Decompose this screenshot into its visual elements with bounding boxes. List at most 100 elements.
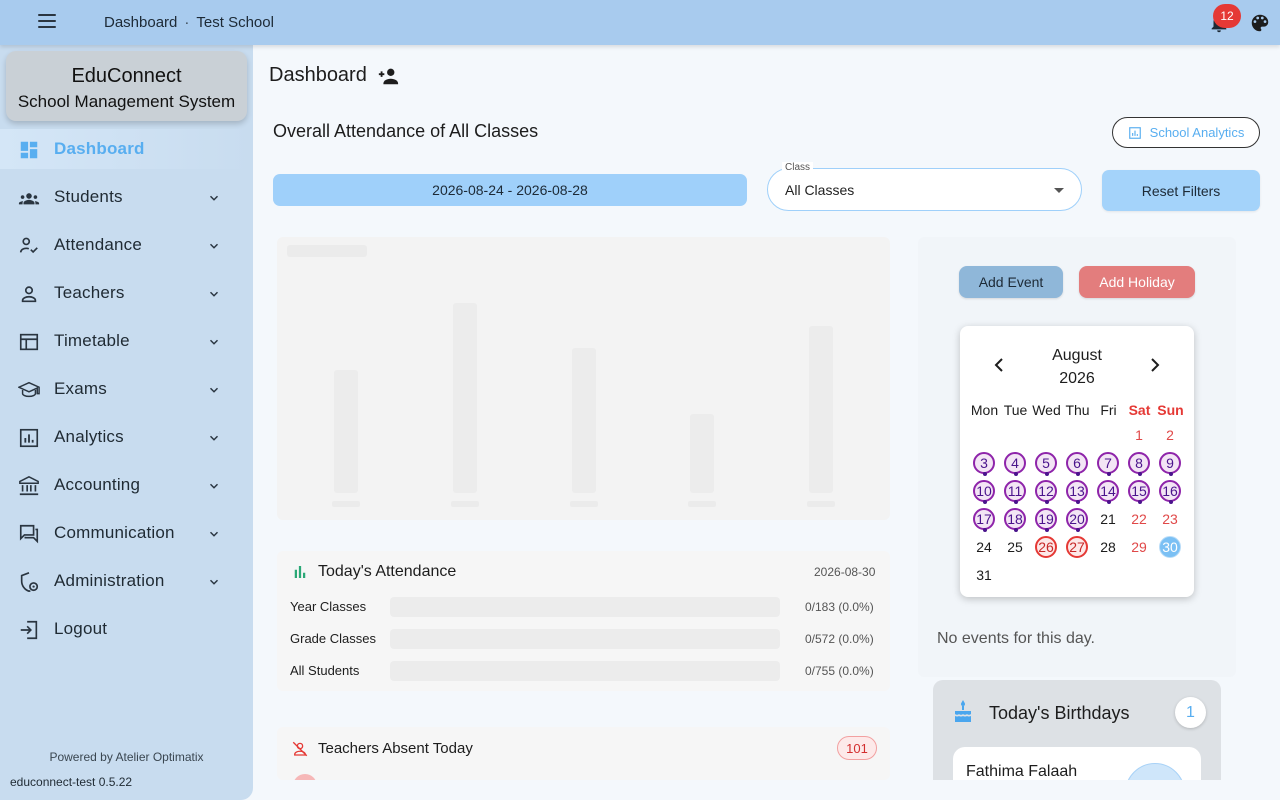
top-app-bar: Dashboard · Test School 12	[0, 0, 1280, 45]
school-analytics-button[interactable]: School Analytics	[1112, 117, 1260, 148]
breadcrumb-school: Test School	[196, 14, 274, 31]
attendance-row-stat: 0/572 (0.0%)	[805, 632, 874, 646]
calendar-day[interactable]: 15	[1128, 480, 1150, 504]
chevron-down-icon	[209, 195, 219, 201]
weekday-header: Wed	[1032, 402, 1061, 418]
attendance-progress	[390, 629, 780, 649]
class-select[interactable]: Class All Classes	[767, 162, 1082, 211]
calendar-day[interactable]: 19	[1035, 508, 1057, 532]
add-holiday-button[interactable]: Add Holiday	[1079, 266, 1195, 298]
sidebar-item-accounting[interactable]: Accounting	[0, 465, 253, 505]
calendar-day[interactable]: 12	[1035, 480, 1057, 504]
calendar-day[interactable]: 5	[1035, 452, 1057, 476]
powered-by: Powered by Atelier Optimatix	[49, 750, 204, 764]
attendance-row-name: Year Classes	[290, 599, 367, 614]
dashboard-icon	[20, 141, 38, 159]
sidebar-item-administration[interactable]: Administration	[0, 561, 253, 601]
skeleton-header	[287, 245, 367, 257]
birthdays-count: 1	[1175, 697, 1206, 728]
palette-icon[interactable]	[1249, 12, 1271, 34]
sidebar-item-communication[interactable]: Communication	[0, 513, 253, 553]
calendar-day[interactable]: 23	[1159, 508, 1181, 530]
calendar-day[interactable]: 13	[1066, 480, 1088, 504]
calendar-day[interactable]: 31	[973, 564, 995, 586]
calendar-day[interactable]: 22	[1128, 508, 1150, 530]
calendar-day[interactable]: 7	[1097, 452, 1119, 476]
chevron-down-icon	[209, 483, 219, 489]
accounting-icon	[19, 476, 39, 496]
breadcrumb-page: Dashboard	[104, 14, 178, 31]
event-dot	[983, 528, 987, 532]
calendar-day[interactable]: 4	[1004, 452, 1026, 476]
skeleton-label	[451, 501, 479, 507]
brand-title: EduConnect	[71, 65, 182, 87]
attendance-row: Year Classes 0/183 (0.0%)	[290, 597, 880, 617]
brand-subtitle: School Management System	[17, 92, 236, 111]
calendar-day[interactable]: 10	[973, 480, 995, 504]
calendar-day[interactable]: 11	[1004, 480, 1026, 504]
birthday-item[interactable]: Fathima Falaah	[953, 747, 1201, 780]
event-dot	[1076, 472, 1080, 476]
calendar: August 2026 Mon Tue Wed Thu Fri Sat Sun 1 2 3 4 5 6 7…	[960, 326, 1194, 597]
section-title: Overall Attendance of All Classes	[273, 121, 539, 141]
event-dot	[1107, 500, 1111, 504]
avatar	[1125, 763, 1185, 780]
calendar-day[interactable]: 25	[1004, 536, 1026, 558]
attendance-row-stat: 0/183 (0.0%)	[805, 600, 874, 614]
timetable-icon	[19, 333, 39, 351]
notification-count-badge: 12	[1213, 4, 1241, 28]
person-add-icon[interactable]	[376, 65, 400, 87]
calendar-day[interactable]: 16	[1159, 480, 1181, 504]
chevron-down-icon	[209, 579, 219, 585]
calendar-day[interactable]: 3	[973, 452, 995, 476]
chevron-down-icon	[209, 435, 219, 441]
sidebar-item-analytics[interactable]: Analytics	[0, 417, 253, 457]
event-dot	[1169, 500, 1173, 504]
sidebar-item-students[interactable]: Students	[0, 177, 253, 217]
sidebar-item-teachers[interactable]: Teachers	[0, 273, 253, 313]
calendar-day[interactable]: 29	[1128, 536, 1150, 558]
teachers-absent-count: 101	[837, 736, 877, 760]
calendar-day[interactable]: 6	[1066, 452, 1088, 476]
sidebar-item-logout[interactable]: Logout	[0, 609, 253, 649]
calendar-day[interactable]: 30	[1159, 536, 1181, 558]
calendar-day[interactable]: 28	[1097, 536, 1119, 558]
chevron-right-icon[interactable]	[1149, 358, 1161, 372]
skeleton-label	[332, 501, 360, 507]
analytics-icon	[1128, 126, 1141, 139]
skeleton-label	[807, 501, 835, 507]
sidebar-item-exams[interactable]: Exams	[0, 369, 253, 409]
attendance-row-name: Grade Classes	[290, 631, 376, 646]
calendar-day[interactable]: 14	[1097, 480, 1119, 504]
skeleton-bar	[572, 348, 596, 493]
skeleton-label	[570, 501, 598, 507]
calendar-day[interactable]: 26	[1035, 536, 1057, 558]
sidebar-item-dashboard[interactable]: Dashboard	[0, 129, 253, 169]
calendar-day[interactable]: 2	[1159, 424, 1181, 446]
sidebar-item-label: Administration	[54, 571, 165, 590]
sidebar-item-timetable[interactable]: Timetable	[0, 321, 253, 361]
calendar-day[interactable]: 20	[1066, 508, 1088, 532]
calendar-day[interactable]: 24	[973, 536, 995, 558]
sidebar-item-label: Accounting	[54, 475, 141, 494]
calendar-day[interactable]: 27	[1066, 536, 1088, 558]
sidebar-item-label: Logout	[54, 619, 108, 638]
calendar-day[interactable]: 17	[973, 508, 995, 532]
breadcrumb: Dashboard · Test School	[104, 14, 274, 31]
calendar-day[interactable]: 8	[1128, 452, 1150, 476]
reset-filters-button[interactable]: Reset Filters	[1102, 170, 1260, 211]
no-events-text: No events for this day.	[937, 630, 1095, 647]
calendar-day[interactable]: 18	[1004, 508, 1026, 532]
menu-icon[interactable]	[38, 14, 56, 28]
calendar-day[interactable]: 9	[1159, 452, 1181, 476]
teachers-absent-card[interactable]: Teachers Absent Today 101	[277, 727, 890, 780]
add-event-button[interactable]: Add Event	[959, 266, 1063, 298]
bar-chart-icon	[294, 566, 306, 578]
skeleton-bar	[334, 370, 358, 493]
calendar-day[interactable]: 1	[1128, 424, 1150, 446]
sidebar-item-attendance[interactable]: Attendance	[0, 225, 253, 265]
attendance-progress	[390, 661, 780, 681]
date-range-picker[interactable]: 2026-08-24 - 2026-08-28	[273, 174, 747, 206]
calendar-day[interactable]: 21	[1097, 508, 1119, 530]
event-dot	[1045, 472, 1049, 476]
